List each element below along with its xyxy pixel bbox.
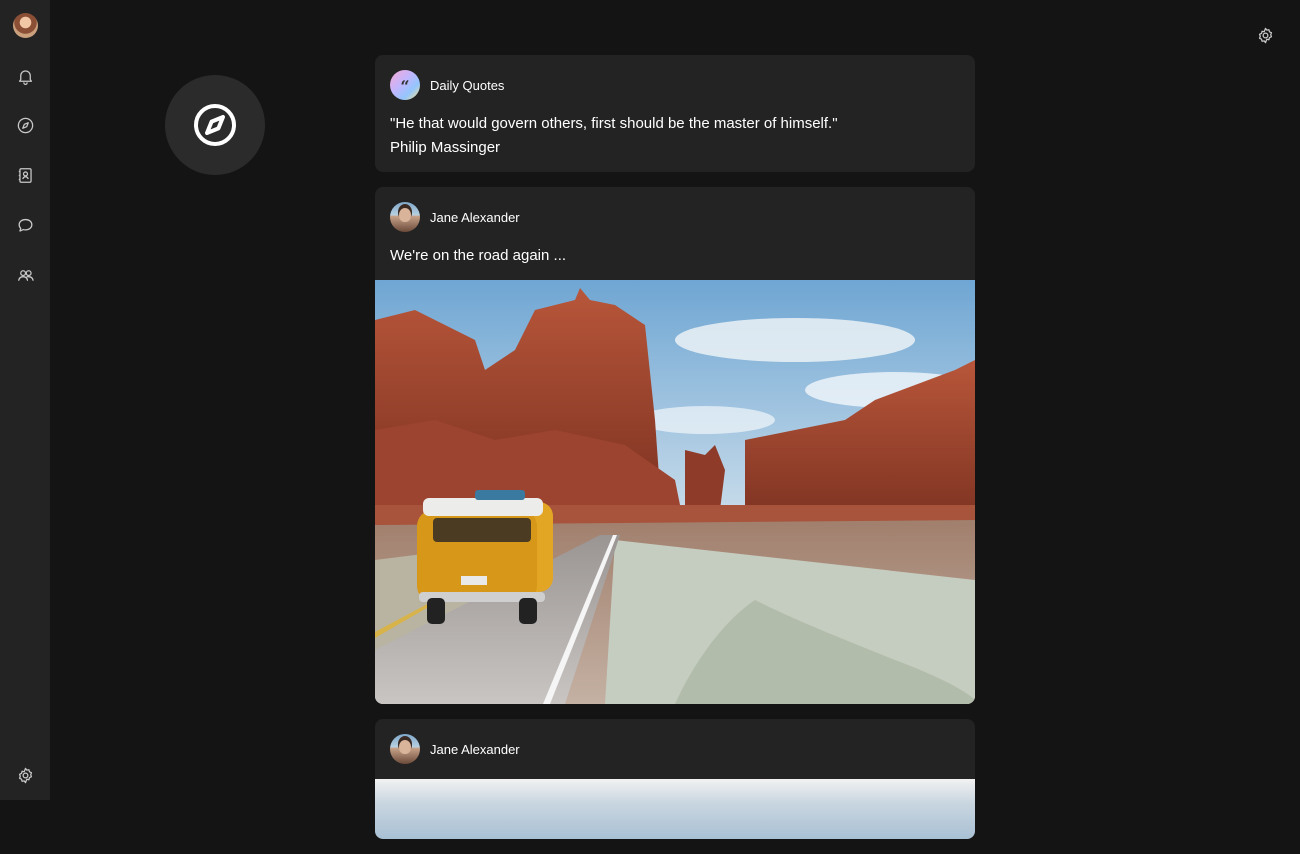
post-card: Jane Alexander We're on the road again .… (375, 187, 975, 704)
post-card: Jane Alexander (375, 719, 975, 839)
author-avatar[interactable]: “ (390, 70, 420, 100)
quote-author: Philip Massinger (390, 139, 501, 156)
author-name[interactable]: Jane Alexander (430, 210, 520, 225)
gear-icon (1258, 27, 1272, 43)
messages-button[interactable] (13, 213, 37, 237)
author-avatar[interactable] (390, 734, 420, 764)
post-text: We're on the road again ... (390, 247, 567, 264)
author-name[interactable]: Daily Quotes (430, 78, 504, 93)
sidebar (0, 0, 50, 800)
contacts-button[interactable] (13, 163, 37, 187)
compass-icon (17, 117, 33, 133)
post-header: Jane Alexander (375, 719, 975, 779)
explore-button[interactable] (13, 113, 37, 137)
bell-icon (18, 69, 32, 85)
feed: “ Daily Quotes "He that would govern oth… (375, 55, 975, 854)
settings-button[interactable] (13, 763, 37, 787)
friends-button[interactable] (13, 263, 37, 287)
sky-photo[interactable] (375, 779, 975, 839)
desert-road-van-photo[interactable] (375, 280, 975, 704)
people-icon (17, 269, 34, 281)
explore-badge (165, 75, 265, 175)
chat-bubble-icon (18, 218, 32, 232)
author-avatar[interactable] (390, 202, 420, 232)
compass-icon (194, 104, 236, 146)
post-text: "He that would govern others, first shou… (375, 100, 975, 172)
notifications-button[interactable] (13, 64, 37, 88)
quote-text: "He that would govern others, first shou… (390, 115, 838, 132)
post-header: Jane Alexander (375, 187, 975, 232)
header-settings-button[interactable] (1255, 25, 1275, 45)
gear-icon (18, 767, 32, 783)
contacts-book-icon (18, 167, 32, 183)
post-header: “ Daily Quotes (375, 55, 975, 100)
quote-mark-icon: “ (400, 77, 410, 96)
author-name[interactable]: Jane Alexander (430, 742, 520, 757)
user-avatar[interactable] (13, 13, 38, 38)
post-card: “ Daily Quotes "He that would govern oth… (375, 55, 975, 172)
